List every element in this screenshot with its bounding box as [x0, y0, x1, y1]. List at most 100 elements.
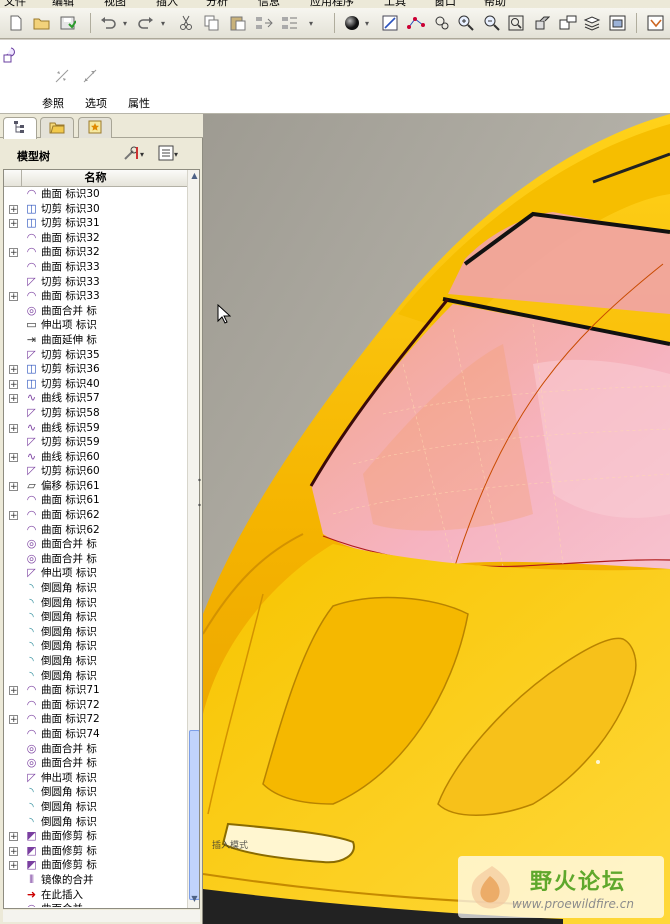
tree-row[interactable]: + ◫ 切剪 标识40 [4, 377, 187, 392]
display-style-dropdown-icon[interactable]: ▾ [362, 13, 372, 33]
expand-icon[interactable]: + [9, 715, 18, 725]
tree-row[interactable]: ◠ 曲面 标识32 [4, 231, 187, 246]
tree-row[interactable]: + ◫ 切剪 标识30 [4, 202, 187, 217]
tree-row[interactable]: ◸ 切剪 标识58 [4, 406, 187, 421]
swap-side-alt-icon[interactable] [82, 68, 98, 88]
zoom-out-icon[interactable] [482, 13, 502, 33]
menu-item-5[interactable]: 信息 [258, 0, 280, 8]
expand-icon[interactable]: + [9, 861, 18, 871]
menu-item-7[interactable]: 工具 [384, 0, 406, 8]
sketch-icon[interactable] [380, 13, 400, 33]
tree-row[interactable]: ◝ 倒圆角 标识 [4, 815, 187, 830]
tree-row[interactable]: + ◩ 曲面修剪 标 [4, 858, 187, 873]
expand-icon[interactable]: + [9, 423, 18, 433]
tree-row[interactable]: + ◠ 曲面 标识72 [4, 712, 187, 727]
tab-favorites[interactable] [78, 117, 112, 138]
tab-properties[interactable]: 属性 [128, 95, 150, 111]
tree-row[interactable]: + ∿ 曲线 标识60 [4, 450, 187, 465]
tree-row[interactable]: ◎ 曲面合并 标 [4, 304, 187, 319]
tree-row[interactable]: + ◫ 切剪 标识36 [4, 362, 187, 377]
tree-row[interactable]: + ◩ 曲面修剪 标 [4, 844, 187, 859]
window-icon[interactable] [646, 13, 666, 33]
menu-item-1[interactable]: 编辑 [52, 0, 74, 8]
expand-icon[interactable]: + [9, 219, 18, 229]
tree-row[interactable]: ◎曲面合并 [4, 902, 187, 907]
tree-vertical-scrollbar[interactable]: ▲ ▼ [187, 170, 199, 908]
tree-row[interactable]: ◝ 倒圆角 标识 [4, 654, 187, 669]
tree-row[interactable]: + ▱ 偏移 标识61 [4, 479, 187, 494]
tree-row[interactable]: ◝ 倒圆角 标识 [4, 669, 187, 684]
tree-row[interactable]: ◎ 曲面合并 标 [4, 552, 187, 567]
tree-row[interactable]: ◠ 曲面 标识61 [4, 493, 187, 508]
new-file-icon[interactable] [6, 13, 26, 33]
tree-row[interactable]: ◝ 倒圆角 标识 [4, 581, 187, 596]
regenerate-icon[interactable] [254, 13, 274, 33]
menu-item-3[interactable]: 插入 [156, 0, 178, 8]
tree-row[interactable]: ▭ 伸出项 标识 [4, 318, 187, 333]
shaded-sphere-icon[interactable] [342, 13, 362, 33]
tree-row[interactable]: ◸ 伸出项 标识 [4, 771, 187, 786]
tree-row[interactable]: ◠ 曲面 标识33 [4, 260, 187, 275]
expand-icon[interactable]: + [9, 379, 18, 389]
dropdown-icon[interactable]: ▾ [306, 13, 316, 33]
zoom-in-icon[interactable] [456, 13, 476, 33]
tree-row[interactable]: ◝ 倒圆角 标识 [4, 625, 187, 640]
expand-icon[interactable]: + [9, 292, 18, 302]
show-menu-button[interactable]: ▾ [158, 145, 178, 162]
tab-folder-browser[interactable] [40, 117, 74, 138]
tree-row[interactable]: ◠ 曲面 标识30 [4, 187, 187, 202]
tree-row[interactable]: ◎ 曲面合并 标 [4, 756, 187, 771]
menu-item-8[interactable]: 窗口 [434, 0, 456, 8]
tree-row[interactable]: ◸ 切剪 标识35 [4, 348, 187, 363]
expand-icon[interactable]: + [9, 511, 18, 521]
tree-row[interactable]: ◝ 倒圆角 标识 [4, 610, 187, 625]
tree-row[interactable]: ⇥ 曲面延伸 标 [4, 333, 187, 348]
saved-views-icon[interactable] [558, 13, 578, 33]
scroll-thumb[interactable] [189, 730, 199, 900]
tree-row[interactable]: ◸ 切剪 标识33 [4, 275, 187, 290]
expand-icon[interactable]: + [9, 686, 18, 696]
tree-row[interactable]: + ◠ 曲面 标识33 [4, 289, 187, 304]
tree-row[interactable]: + ∿ 曲线 标识59 [4, 421, 187, 436]
menu-item-6[interactable]: 应用程序 [310, 0, 354, 8]
tree-row[interactable]: + ◩ 曲面修剪 标 [4, 829, 187, 844]
graphics-window[interactable]: 插入模式 [203, 114, 670, 924]
tree-row[interactable]: ◝ 倒圆角 标识 [4, 785, 187, 800]
expand-icon[interactable]: + [9, 846, 18, 856]
panel-splitter[interactable] [196, 460, 203, 520]
tree-row[interactable]: ◎ 曲面合并 标 [4, 742, 187, 757]
column-header-name[interactable]: 名称 [4, 170, 187, 187]
tab-options[interactable]: 选项 [85, 95, 107, 111]
tab-references[interactable]: 参照 [42, 95, 64, 111]
view-manager-icon[interactable] [608, 13, 628, 33]
tree-row[interactable]: ◸ 伸出项 标识 [4, 566, 187, 581]
tree-row[interactable]: ◠ 曲面 标识62 [4, 523, 187, 538]
tree-row[interactable]: ◸ 切剪 标识60 [4, 464, 187, 479]
redo-dropdown-icon[interactable]: ▾ [158, 13, 168, 33]
tree-row[interactable]: + ◠ 曲面 标识71 [4, 683, 187, 698]
settings-menu-button[interactable]: ▾ [122, 146, 144, 162]
redo-icon[interactable] [136, 13, 156, 33]
tree-row[interactable]: + ◫ 切剪 标识31 [4, 216, 187, 231]
expand-icon[interactable]: + [9, 394, 18, 404]
tab-model-tree[interactable] [3, 117, 37, 139]
undo-icon[interactable] [98, 13, 118, 33]
expand-icon[interactable]: + [9, 481, 18, 491]
cut-icon[interactable] [176, 13, 196, 33]
spin-center-icon[interactable] [432, 13, 452, 33]
tree-horizontal-scrollbar[interactable] [3, 910, 200, 922]
undo-dropdown-icon[interactable]: ▾ [120, 13, 130, 33]
tree-row[interactable]: ◝ 倒圆角 标识 [4, 596, 187, 611]
layer-icon[interactable] [582, 13, 602, 33]
refit-icon[interactable] [506, 13, 526, 33]
menu-item-0[interactable]: 文件 [4, 0, 26, 8]
scroll-up-icon[interactable]: ▲ [189, 171, 199, 183]
scroll-down-icon[interactable]: ▼ [189, 894, 199, 906]
paste-icon[interactable] [228, 13, 248, 33]
expand-icon[interactable]: + [9, 204, 18, 214]
regenerate-options-icon[interactable] [280, 13, 300, 33]
tree-row[interactable]: + ◠ 曲面 标识62 [4, 508, 187, 523]
menu-item-9[interactable]: 帮助 [484, 0, 506, 8]
tree-row[interactable]: ◎ 曲面合并 标 [4, 537, 187, 552]
expand-icon[interactable]: + [9, 832, 18, 842]
